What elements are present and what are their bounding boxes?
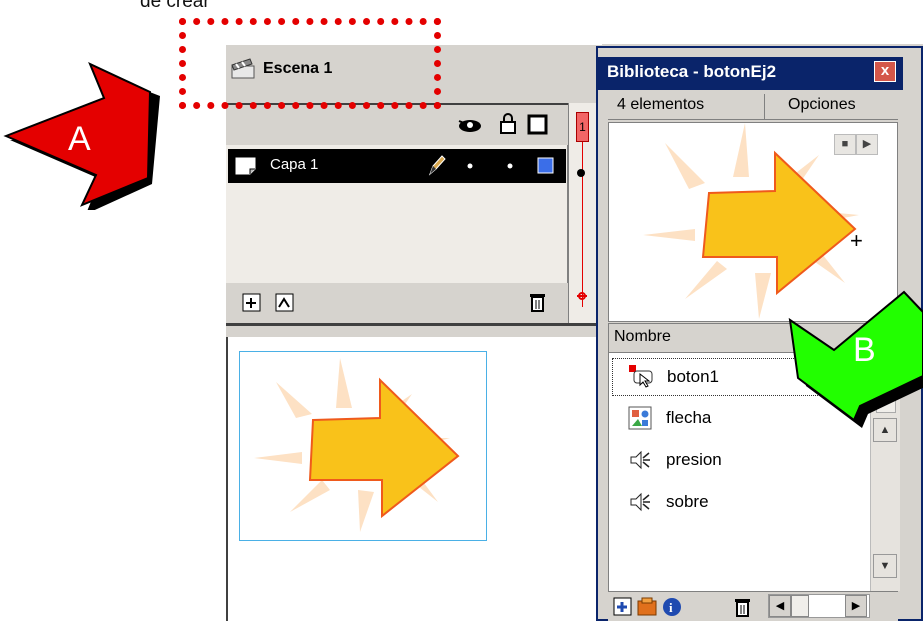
keyframe-markers xyxy=(577,169,587,300)
item-label: sobre xyxy=(666,492,709,511)
library-title: Biblioteca - botonEj2 xyxy=(607,62,777,81)
scroll-down-icon[interactable]: ▼ xyxy=(873,554,897,578)
arrow-shape xyxy=(308,377,460,519)
graphic-symbol-icon xyxy=(628,406,652,430)
library-item-sobre[interactable]: sobre xyxy=(612,484,868,522)
sound-icon xyxy=(630,492,650,512)
play-icon[interactable]: ▶ xyxy=(856,134,878,155)
scroll-right-icon[interactable]: ▶ xyxy=(845,595,867,617)
options-label[interactable]: Opciones xyxy=(788,96,856,114)
preview-cursor: + xyxy=(850,228,863,253)
preview-controls: ■ ▶ xyxy=(834,134,878,155)
name-column-label[interactable]: Nombre xyxy=(614,328,671,346)
timeline-header-icons xyxy=(458,113,548,135)
eye-icon[interactable] xyxy=(458,120,481,132)
outline-square-icon[interactable] xyxy=(527,114,548,135)
properties-icon[interactable]: i xyxy=(663,598,681,616)
frame-number[interactable]: 1 xyxy=(576,112,589,142)
svg-text:i: i xyxy=(669,600,673,615)
annotation-arrow-a xyxy=(3,62,160,210)
item-label: presion xyxy=(666,450,722,469)
library-item-presion[interactable]: presion xyxy=(612,442,868,480)
arrow-graphic xyxy=(254,358,460,532)
new-symbol-icon[interactable] xyxy=(613,597,632,616)
visibility-dot[interactable] xyxy=(467,163,473,169)
annotation-label-a: A xyxy=(68,120,91,158)
annotation-label-b: B xyxy=(853,331,876,369)
button-symbol-instance[interactable] xyxy=(239,351,487,541)
insert-layer-icon[interactable] xyxy=(242,293,261,312)
layer-name[interactable]: Capa 1 xyxy=(270,156,318,173)
horizontal-scrollbar[interactable]: ◀ ▶ xyxy=(768,594,870,618)
scene-highlight-box xyxy=(179,18,441,109)
sound-icon xyxy=(630,450,650,470)
panel-separator xyxy=(226,323,602,337)
close-button[interactable]: x xyxy=(874,61,896,82)
new-folder-icon[interactable] xyxy=(637,597,657,616)
lock-icon[interactable] xyxy=(500,113,516,134)
trash-icon[interactable] xyxy=(735,599,750,617)
layer-color-square[interactable] xyxy=(537,157,554,174)
scroll-left-icon[interactable]: ◀ xyxy=(769,595,791,617)
trash-icon[interactable] xyxy=(527,290,549,314)
item-label: flecha xyxy=(666,408,712,427)
layer-icon xyxy=(235,157,256,175)
page-caption: de crear xyxy=(140,0,210,12)
element-count: 4 elementos xyxy=(617,96,705,113)
pencil-icon xyxy=(428,155,446,176)
add-guide-layer-icon[interactable] xyxy=(275,293,294,312)
item-label: boton1 xyxy=(667,367,719,386)
lock-dot[interactable] xyxy=(507,163,513,169)
button-symbol-icon xyxy=(629,365,653,388)
library-bottom-icons: i xyxy=(613,597,750,617)
hscroll-thumb[interactable] xyxy=(791,595,809,617)
stop-icon[interactable]: ■ xyxy=(834,134,856,155)
keyframe-dot xyxy=(577,169,585,177)
layer-controls xyxy=(428,155,554,176)
timeline-footer-icons xyxy=(242,293,294,312)
